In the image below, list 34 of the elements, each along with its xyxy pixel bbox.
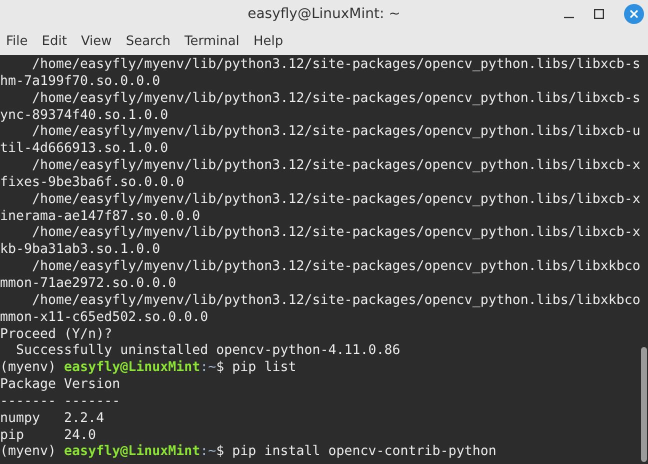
menu-item[interactable]: Search bbox=[126, 34, 170, 49]
terminal-line: /home/easyfly/myenv/lib/python3.12/site-packages/opencv_python.libs/libxcb-u bbox=[31, 124, 640, 142]
terminal-line: Proceed (Y/n)? bbox=[0, 326, 112, 344]
menu-item[interactable]: Help bbox=[253, 34, 284, 49]
terminal-line: /home/easyfly/myenv/lib/python3.12/site-packages/opencv_python.libs/libxcb-x bbox=[31, 225, 640, 242]
terminal-line: hm-7a199f70.so.0.0.0 bbox=[0, 74, 160, 91]
terminal-line: mmon-71ae2972.so.0.0.0 bbox=[0, 276, 176, 293]
terminal-line: /home/easyfly/myenv/lib/python3.12/site-packages/opencv_python.libs/libxcb-s bbox=[31, 57, 640, 74]
terminal-line: Package Version bbox=[0, 377, 120, 394]
terminal-line: /home/easyfly/myenv/lib/python3.12/site-packages/opencv_python.libs/libxkbco bbox=[31, 259, 640, 276]
terminal-line: /home/easyfly/myenv/lib/python3.12/site-packages/opencv_python.libs/libxkbco bbox=[31, 292, 640, 310]
prompt-line: (myenv) easyfly@LinuxMint:~$ pip install opencv-contrib-python bbox=[0, 444, 496, 462]
menu-item[interactable]: File bbox=[6, 34, 28, 49]
menu-item[interactable]: Edit bbox=[42, 34, 67, 49]
terminal-line: inerama-ae147f87.so.0.0.0 bbox=[0, 208, 200, 226]
terminal-line: /home/easyfly/myenv/lib/python3.12/site-packages/opencv_python.libs/libxcb-s bbox=[31, 90, 640, 108]
terminal-line: fixes-9be3ba6f.so.0.0.0 bbox=[0, 174, 184, 192]
window-title: easyfly@LinuxMint: ~ bbox=[248, 6, 400, 22]
terminal-line: pip 24.0 bbox=[0, 428, 96, 444]
maximize-icon[interactable] bbox=[594, 9, 604, 19]
prompt-line: (myenv) easyfly@LinuxMint:~$ pip list bbox=[0, 360, 296, 378]
terminal-line: /home/easyfly/myenv/lib/python3.12/site-packages/opencv_python.libs/libxcb-x bbox=[31, 158, 640, 175]
close-icon[interactable] bbox=[624, 4, 644, 24]
menu-item[interactable]: Terminal bbox=[184, 34, 240, 49]
terminal-line: til-4d666913.so.1.0.0 bbox=[0, 141, 168, 158]
terminal-line: Successfully uninstalled opencv-python-4.11.0.86 bbox=[15, 343, 400, 360]
terminal-line: ------- ------- bbox=[0, 394, 120, 411]
terminal-line: mmon-x11-c65ed502.so.0.0.0 bbox=[0, 310, 208, 326]
terminal-line: numpy 2.2.4 bbox=[0, 410, 104, 428]
terminal-line: ync-89374f40.so.1.0.0 bbox=[0, 108, 168, 124]
terminal-line: kb-9ba31ab3.so.1.0.0 bbox=[0, 242, 160, 260]
menu-item[interactable]: View bbox=[80, 34, 112, 49]
scrollbar-thumb[interactable] bbox=[641, 347, 647, 462]
terminal-line: /home/easyfly/myenv/lib/python3.12/site-packages/opencv_python.libs/libxcb-x bbox=[31, 192, 640, 209]
